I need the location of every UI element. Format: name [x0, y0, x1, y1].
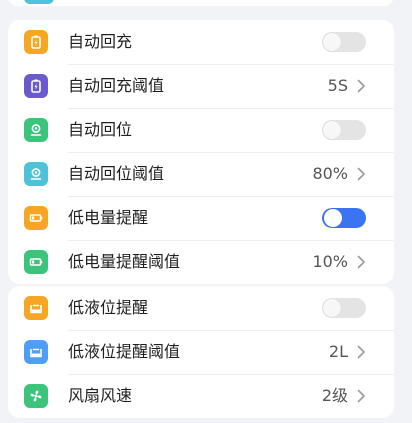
auto-return-toggle[interactable] — [322, 120, 366, 140]
setting-row-low-battery-threshold[interactable]: 低电量提醒阈值 10% — [8, 240, 394, 284]
liquid-tank-icon — [24, 296, 48, 320]
location-pin-icon — [24, 118, 48, 142]
fan-icon — [24, 384, 48, 408]
setting-label: 自动回位阈值 — [68, 164, 165, 183]
setting-row-auto-recharge-threshold[interactable]: 自动回充阈值 5S — [8, 64, 394, 108]
settings-card-battery: 自动回充 自动回充阈值 5S 自动回位 自动回位阈值 80% 低电量提醒 低电量… — [8, 20, 394, 284]
setting-label: 低电量提醒阈值 — [68, 252, 181, 271]
battery-charge-threshold-icon — [24, 74, 48, 98]
low-liquid-alert-toggle[interactable] — [322, 298, 366, 318]
auto-recharge-toggle[interactable] — [322, 32, 366, 52]
setting-label: 低液位提醒 — [68, 298, 149, 317]
partial-icon — [24, 0, 54, 4]
setting-value: 2级 — [321, 386, 348, 405]
setting-value: 5S — [327, 76, 348, 95]
setting-row-fan-speed[interactable]: 风扇风速 2级 — [8, 374, 394, 418]
low-battery-threshold-icon — [24, 250, 48, 274]
toggle-knob — [323, 299, 341, 317]
setting-label: 自动回位 — [68, 120, 133, 139]
chevron-right-icon — [357, 345, 365, 359]
settings-card-tank: 低液位提醒 低液位提醒阈值 2L 风扇风速 2级 — [8, 286, 394, 418]
setting-value: 80% — [312, 164, 348, 183]
toggle-knob — [324, 209, 342, 227]
setting-value: 10% — [312, 252, 348, 271]
previous-card-edge — [8, 0, 394, 6]
chevron-right-icon — [357, 79, 365, 93]
chevron-right-icon — [357, 167, 365, 181]
setting-value: 2L — [328, 342, 348, 361]
setting-label: 低电量提醒 — [68, 208, 149, 227]
setting-label: 自动回充 — [68, 32, 133, 51]
setting-label: 风扇风速 — [68, 386, 133, 405]
low-battery-alert-toggle[interactable] — [322, 208, 366, 228]
low-battery-icon — [24, 206, 48, 230]
setting-row-auto-return-threshold[interactable]: 自动回位阈值 80% — [8, 152, 394, 196]
battery-charge-icon — [24, 30, 48, 54]
liquid-tank-threshold-icon — [24, 340, 48, 364]
setting-row-low-battery-alert: 低电量提醒 — [8, 196, 394, 240]
setting-label: 低液位提醒阈值 — [68, 342, 181, 361]
setting-row-auto-recharge: 自动回充 — [8, 20, 394, 64]
setting-row-low-liquid-alert: 低液位提醒 — [8, 286, 394, 330]
setting-label: 自动回充阈值 — [68, 76, 165, 95]
chevron-right-icon — [357, 255, 365, 269]
setting-row-auto-return: 自动回位 — [8, 108, 394, 152]
setting-row-low-liquid-threshold[interactable]: 低液位提醒阈值 2L — [8, 330, 394, 374]
toggle-knob — [323, 33, 341, 51]
chevron-right-icon — [357, 389, 365, 403]
toggle-knob — [323, 121, 341, 139]
location-pin-threshold-icon — [24, 162, 48, 186]
